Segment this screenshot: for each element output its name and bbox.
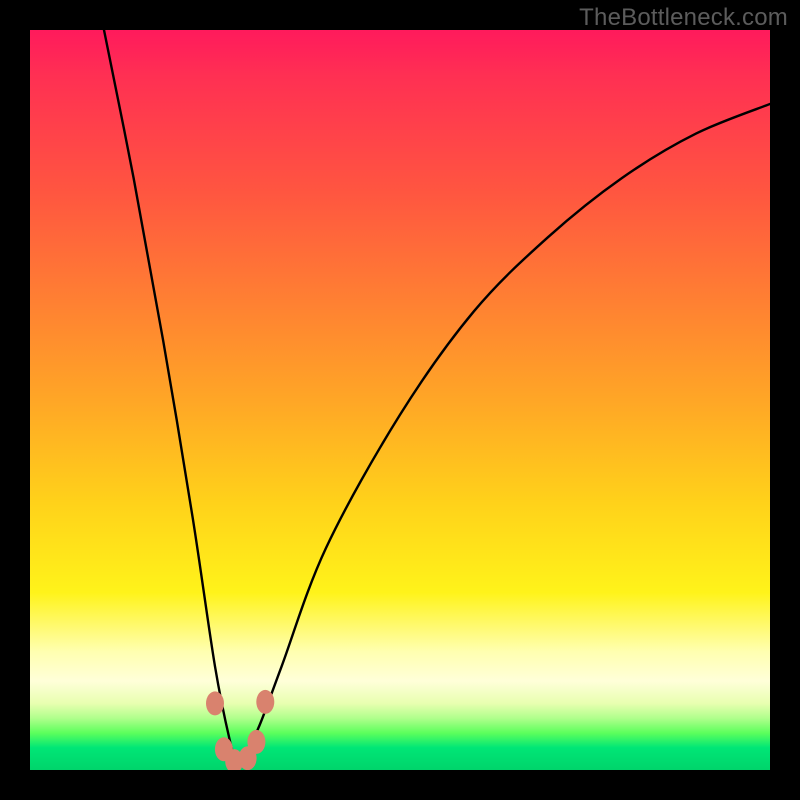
watermark-text: TheBottleneck.com bbox=[579, 4, 788, 32]
chart-background-gradient bbox=[30, 30, 770, 770]
chart-frame bbox=[30, 30, 770, 770]
